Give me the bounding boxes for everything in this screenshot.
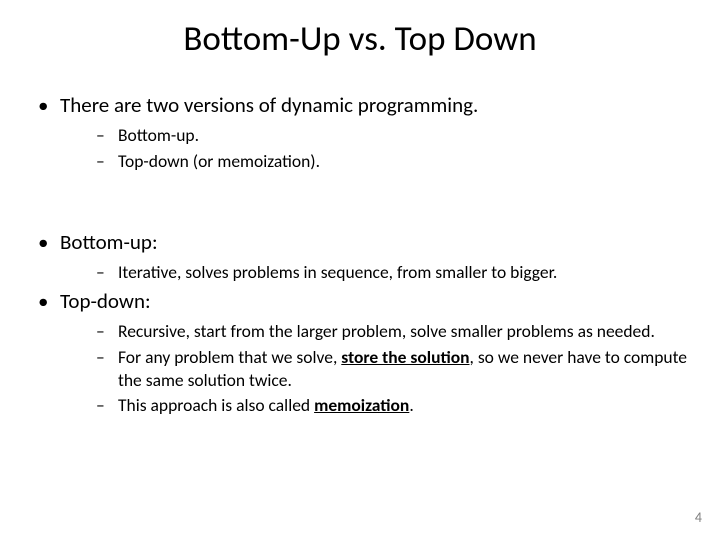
text-underline: store the solution (341, 346, 469, 368)
bullet-top-down: Top-down: Recursive, start from the larg… (38, 288, 692, 417)
sub-bottom-up: Bottom-up. (96, 124, 692, 147)
slide: Bottom-Up vs. Top Down There are two ver… (0, 0, 720, 540)
text-part: This approach is also called (118, 394, 314, 416)
page-number: 4 (695, 509, 702, 526)
bullet-text: Top-down: (60, 288, 151, 314)
sub-top-down: Top-down (or memoization). (96, 150, 692, 173)
sub-iterative: Iterative, solves problems in sequence, … (96, 261, 692, 284)
sub-list: Recursive, start from the larger problem… (60, 320, 692, 417)
sub-store-solution: For any problem that we solve, store the… (96, 346, 692, 392)
text-part: For any problem that we solve, (118, 346, 341, 368)
bullet-list: There are two versions of dynamic progra… (28, 92, 692, 173)
bullet-versions: There are two versions of dynamic progra… (38, 92, 692, 173)
sub-list: Bottom-up. Top-down (or memoization). (60, 124, 692, 173)
sub-memoization: This approach is also called memoization… (96, 394, 692, 417)
sub-list: Iterative, solves problems in sequence, … (60, 261, 692, 284)
text-underline: memoization (314, 394, 409, 416)
bullet-text: Bottom-up: (60, 229, 158, 255)
spacer (28, 177, 692, 229)
bullet-text: There are two versions of dynamic progra… (60, 92, 478, 118)
slide-title: Bottom-Up vs. Top Down (28, 18, 692, 60)
text-part: . (409, 394, 413, 416)
bullet-bottom-up: Bottom-up: Iterative, solves problems in… (38, 229, 692, 284)
bullet-list-2: Bottom-up: Iterative, solves problems in… (28, 229, 692, 417)
sub-recursive: Recursive, start from the larger problem… (96, 320, 692, 343)
